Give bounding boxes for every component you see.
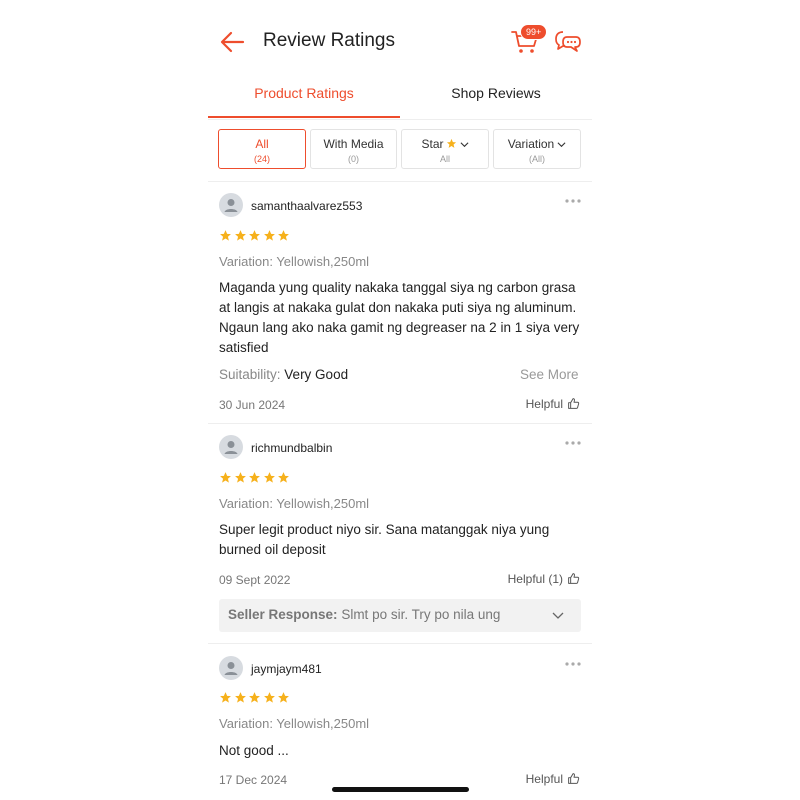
filter-variation[interactable]: Variation (All) [493, 129, 581, 169]
more-options-icon[interactable] [564, 440, 582, 446]
see-more-link[interactable]: See More [520, 367, 579, 382]
thumbs-up-icon [568, 398, 580, 409]
star-icon [220, 692, 231, 703]
chevron-down-icon [557, 142, 566, 148]
reviewer-username: samanthaalvarez553 [251, 199, 363, 213]
helpful-button[interactable]: Helpful (1) [508, 572, 580, 586]
tab-product-ratings[interactable]: Product Ratings [208, 78, 400, 118]
chevron-down-icon [460, 142, 468, 148]
thumbs-up-icon [568, 773, 580, 784]
active-tab-indicator [208, 116, 400, 118]
star-icon [263, 230, 275, 241]
variation-text: Variation: Yellowish,250ml [219, 496, 370, 511]
review-text: Not good ... [219, 743, 289, 758]
seller-response-label: Seller Response: [228, 607, 338, 622]
star-icon [234, 472, 246, 483]
helpful-label: Helpful [525, 772, 563, 786]
filter-with-media[interactable]: With Media (0) [310, 129, 397, 169]
filter-star[interactable]: Star All [401, 129, 489, 169]
suitability-label: Suitability: [219, 367, 281, 382]
star-rating [219, 691, 292, 704]
reviewer-username: richmundbalbin [251, 441, 333, 455]
helpful-label: Helpful (1) [507, 572, 563, 586]
user-icon [224, 441, 238, 454]
star-icon [220, 472, 231, 483]
review-date: 30 Jun 2024 [219, 398, 286, 412]
suitability-value: Very Good [284, 367, 349, 382]
avatar [219, 435, 243, 459]
tab-shop-reviews[interactable]: Shop Reviews [400, 78, 592, 118]
seller-response[interactable]: Seller Response: Slmt po sir. Try po nil… [219, 599, 581, 632]
header: Review Ratings 99+ [208, 0, 592, 78]
star-icon [220, 230, 231, 241]
user-icon [224, 662, 238, 675]
star-icon [234, 230, 246, 241]
review-date: 17 Dec 2024 [219, 773, 288, 787]
more-options-icon[interactable] [564, 661, 582, 667]
helpful-label: Helpful [525, 397, 563, 411]
page-title: Review Ratings [263, 30, 395, 51]
cart-badge: 99+ [520, 24, 548, 40]
seller-response-text: Slmt po sir. Try po nila ung [341, 607, 501, 622]
star-icon [278, 472, 289, 483]
home-indicator [332, 787, 469, 792]
review-date: 09 Sept 2022 [219, 573, 291, 587]
review-item: richmundbalbin Variation: Yellowish,250m… [208, 424, 592, 644]
star-rating [219, 229, 292, 242]
review-text: Super legit product niyo sir. Sana matan… [219, 522, 550, 557]
star-icon [234, 692, 246, 703]
variation-text: Variation: Yellowish,250ml [219, 716, 370, 731]
helpful-button[interactable]: Helpful [526, 772, 580, 786]
star-icon [249, 472, 260, 483]
chat-icon[interactable] [554, 29, 582, 55]
filter-bar: All (24) With Media (0) Star All Variati… [218, 129, 582, 171]
star-icon [249, 230, 260, 241]
star-icon [446, 138, 456, 148]
more-options-icon[interactable] [564, 198, 582, 204]
star-icon [278, 230, 289, 241]
star-icon [263, 692, 275, 703]
variation-text: Variation: Yellowish,250ml [219, 254, 370, 269]
reviewer-username: jaymjaym481 [251, 662, 322, 676]
review-item: jaymjaym481 Variation: Yellowish,250ml N… [208, 645, 592, 800]
review-text: Maganda yung quality nakaka tanggal siya… [219, 280, 580, 355]
filter-star-label: Star [421, 137, 444, 151]
filter-variation-label: Variation [507, 137, 555, 151]
review-item: samanthaalvarez553 Variation: Yellowish,… [208, 182, 592, 424]
rating-tabs: Product Ratings Shop Reviews [208, 78, 592, 120]
star-icon [249, 692, 260, 703]
star-icon [278, 692, 289, 703]
star-icon [263, 472, 275, 483]
star-rating [219, 471, 292, 484]
avatar [219, 193, 243, 217]
suitability: Suitability: Very Good [219, 367, 348, 382]
user-icon [224, 199, 238, 212]
avatar [219, 656, 243, 680]
helpful-button[interactable]: Helpful [526, 397, 580, 411]
review-ratings-screen: Review Ratings 99+ Product Ratings Shop … [208, 0, 592, 800]
filter-all[interactable]: All (24) [218, 129, 306, 169]
chevron-down-icon [552, 612, 564, 619]
thumbs-up-icon [568, 573, 580, 584]
back-arrow-icon[interactable] [218, 28, 246, 56]
